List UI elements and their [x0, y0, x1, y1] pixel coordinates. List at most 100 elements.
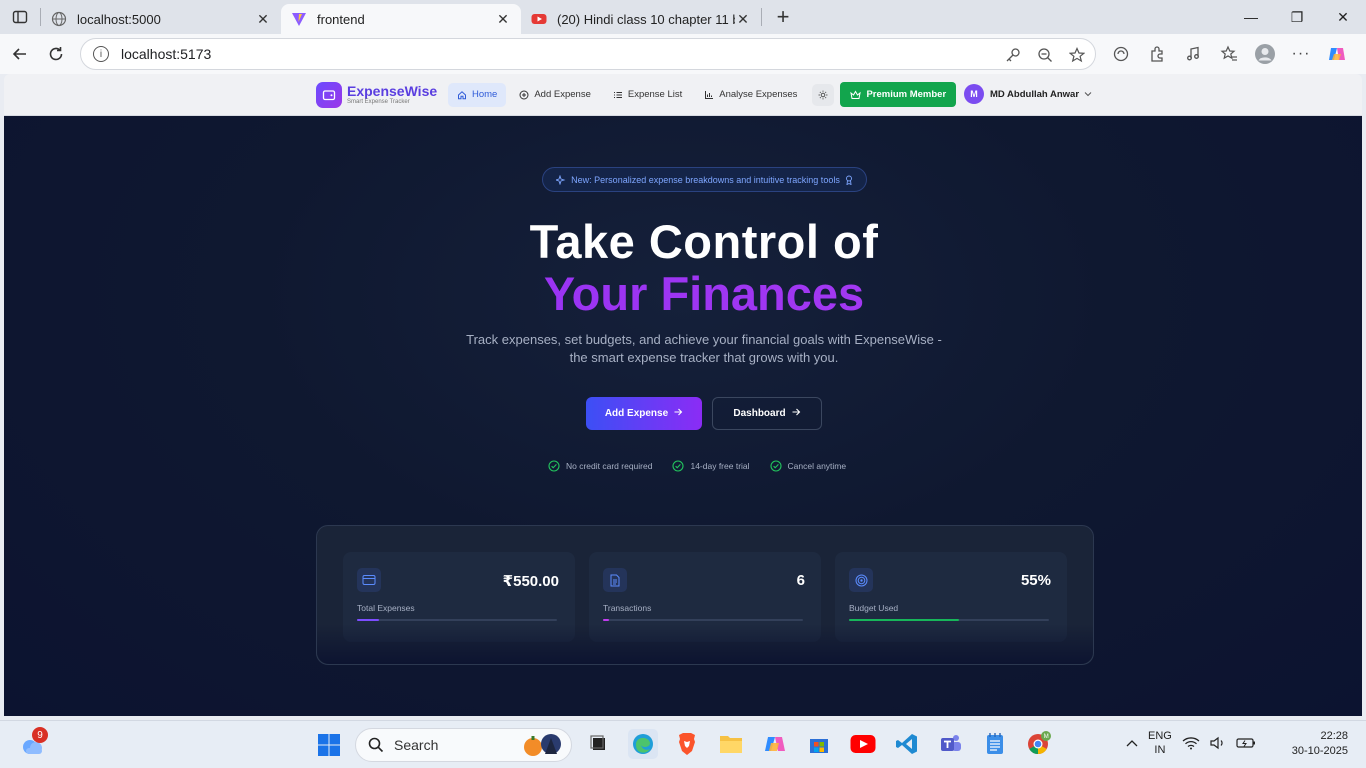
key-icon[interactable]	[1003, 45, 1023, 65]
page-viewport: ExpenseWise Smart Expense Tracker Home A…	[4, 74, 1362, 716]
cta-label: Add Expense	[604, 408, 669, 419]
nav-item-add-expense[interactable]: Add Expense	[510, 83, 600, 107]
tab-title: frontend	[317, 11, 365, 27]
stat-progress-track	[849, 619, 1049, 621]
search-icon	[368, 737, 384, 753]
add-expense-cta-button[interactable]: Add Expense	[586, 397, 702, 430]
notification-badge: 9	[32, 727, 48, 743]
nav-item-analyse-expenses[interactable]: Analyse Expenses	[695, 83, 806, 107]
brand-logo[interactable]: ExpenseWise Smart Expense Tracker	[316, 82, 437, 108]
wallet-icon	[316, 82, 342, 108]
hero-title-line-2: Your Finances	[4, 266, 1362, 321]
stat-label: Budget Used	[849, 603, 899, 613]
minimize-button[interactable]: —	[1228, 0, 1274, 34]
stat-card-total-expenses[interactable]: ₹550.00 Total Expenses	[343, 552, 575, 642]
battery-icon[interactable]	[1236, 737, 1256, 749]
language-indicator[interactable]: ENG IN	[1148, 729, 1172, 757]
window-controls: — ❐ ✕	[1228, 0, 1366, 34]
site-info-icon[interactable]: i	[93, 46, 109, 62]
tab-title: localhost:5000	[77, 11, 161, 27]
announcement-text: New: Personalized expense breakdowns and…	[571, 174, 840, 185]
more-options-icon[interactable]: ···	[1286, 38, 1316, 70]
teams-icon[interactable]	[936, 729, 966, 759]
award-icon	[845, 175, 853, 185]
arrow-right-icon	[792, 408, 801, 419]
wifi-icon[interactable]	[1182, 736, 1200, 750]
brave-browser-icon[interactable]	[672, 729, 702, 759]
taskbar-search[interactable]: Search	[355, 728, 572, 762]
stat-value: ₹550.00	[502, 573, 559, 590]
favorite-star-icon[interactable]	[1067, 45, 1087, 65]
bar-chart-icon	[704, 90, 714, 100]
weather-widget[interactable]: 9	[18, 727, 48, 759]
youtube-app-icon[interactable]	[848, 729, 878, 759]
taskbar-clock[interactable]: 22:28 30-10-2025	[1292, 729, 1348, 759]
crown-icon	[850, 89, 862, 100]
feature-item: No credit card required	[548, 460, 652, 472]
copilot-app-icon[interactable]	[760, 729, 790, 759]
favorites-icon[interactable]	[1214, 38, 1244, 70]
announcement-badge[interactable]: New: Personalized expense breakdowns and…	[542, 167, 867, 192]
browser-tab-localhost-5000[interactable]: localhost:5000 ✕	[41, 4, 281, 34]
browser-tab-youtube[interactable]: (20) Hindi class 10 chapter 11 bih ✕	[521, 4, 761, 34]
essentials-icon[interactable]	[1106, 38, 1136, 70]
edge-browser-icon[interactable]	[628, 729, 658, 759]
theme-toggle-button[interactable]	[812, 83, 835, 106]
tab-actions-icon[interactable]	[0, 0, 40, 34]
nav-item-expense-list[interactable]: Expense List	[604, 83, 691, 107]
list-icon	[613, 90, 623, 100]
nav-item-label: Home	[472, 89, 498, 100]
feature-label: 14-day free trial	[690, 461, 750, 471]
svg-text:M: M	[1044, 734, 1049, 740]
dashboard-cta-button[interactable]: Dashboard	[712, 397, 822, 430]
notepad-icon[interactable]	[980, 729, 1010, 759]
nav-item-home[interactable]: Home	[448, 82, 507, 107]
stat-card-budget-used[interactable]: 55% Budget Used	[835, 552, 1067, 642]
windows-start-icon[interactable]	[317, 733, 341, 757]
tab-title: (20) Hindi class 10 chapter 11 bih	[557, 11, 735, 27]
new-tab-button[interactable]: +	[766, 2, 800, 32]
premium-member-button[interactable]: Premium Member	[840, 82, 957, 107]
chrome-icon[interactable]: M	[1024, 729, 1054, 759]
copilot-icon[interactable]	[1322, 38, 1352, 70]
os-taskbar: 9 Search M ENG IN 22:28 30-10-2025	[0, 720, 1366, 768]
microsoft-store-icon[interactable]	[804, 729, 834, 759]
hero-subtitle: Track expenses, set budgets, and achieve…	[466, 332, 942, 365]
sparkles-icon	[556, 174, 566, 185]
speaker-icon[interactable]	[1210, 736, 1226, 750]
nav-item-label: Add Expense	[534, 89, 591, 100]
nav-menu: Home Add Expense Expense List Analyse Ex…	[448, 82, 957, 107]
brand-name: ExpenseWise	[347, 83, 438, 99]
feature-label: No credit card required	[566, 461, 653, 471]
media-control-icon[interactable]	[1178, 38, 1208, 70]
restore-button[interactable]: ❐	[1274, 0, 1320, 34]
extensions-icon[interactable]	[1142, 38, 1172, 70]
target-icon	[849, 568, 873, 592]
sun-icon	[818, 90, 828, 100]
address-bar[interactable]: i localhost:5173	[80, 38, 1096, 70]
reload-button[interactable]	[38, 38, 74, 70]
back-button[interactable]	[2, 38, 38, 70]
chevron-up-icon[interactable]	[1126, 739, 1138, 747]
close-tab-icon[interactable]: ✕	[495, 11, 511, 28]
stat-value: 55%	[1020, 572, 1051, 589]
stat-value: 6	[796, 572, 805, 589]
nav-item-label: Analyse Expenses	[719, 89, 798, 100]
stat-card-transactions[interactable]: 6 Transactions	[589, 552, 821, 642]
taskbar-apps: M	[584, 729, 1054, 759]
file-explorer-icon[interactable]	[716, 729, 746, 759]
clock-time: 22:28	[1320, 730, 1348, 742]
task-view-icon[interactable]	[584, 729, 614, 759]
user-menu[interactable]: M MD Abdullah Anwar	[964, 84, 1092, 104]
brand-tagline: Smart Expense Tracker	[347, 99, 410, 105]
stat-progress-fill	[357, 619, 379, 621]
tab-separator	[761, 8, 762, 26]
close-tab-icon[interactable]: ✕	[255, 11, 271, 28]
feature-item: Cancel anytime	[769, 460, 846, 472]
zoom-icon[interactable]	[1035, 45, 1055, 65]
close-window-button[interactable]: ✕	[1320, 0, 1366, 34]
browser-tab-frontend[interactable]: frontend ✕	[281, 4, 521, 34]
vscode-icon[interactable]	[892, 729, 922, 759]
close-tab-icon[interactable]: ✕	[735, 11, 751, 28]
profile-icon[interactable]	[1250, 38, 1280, 70]
